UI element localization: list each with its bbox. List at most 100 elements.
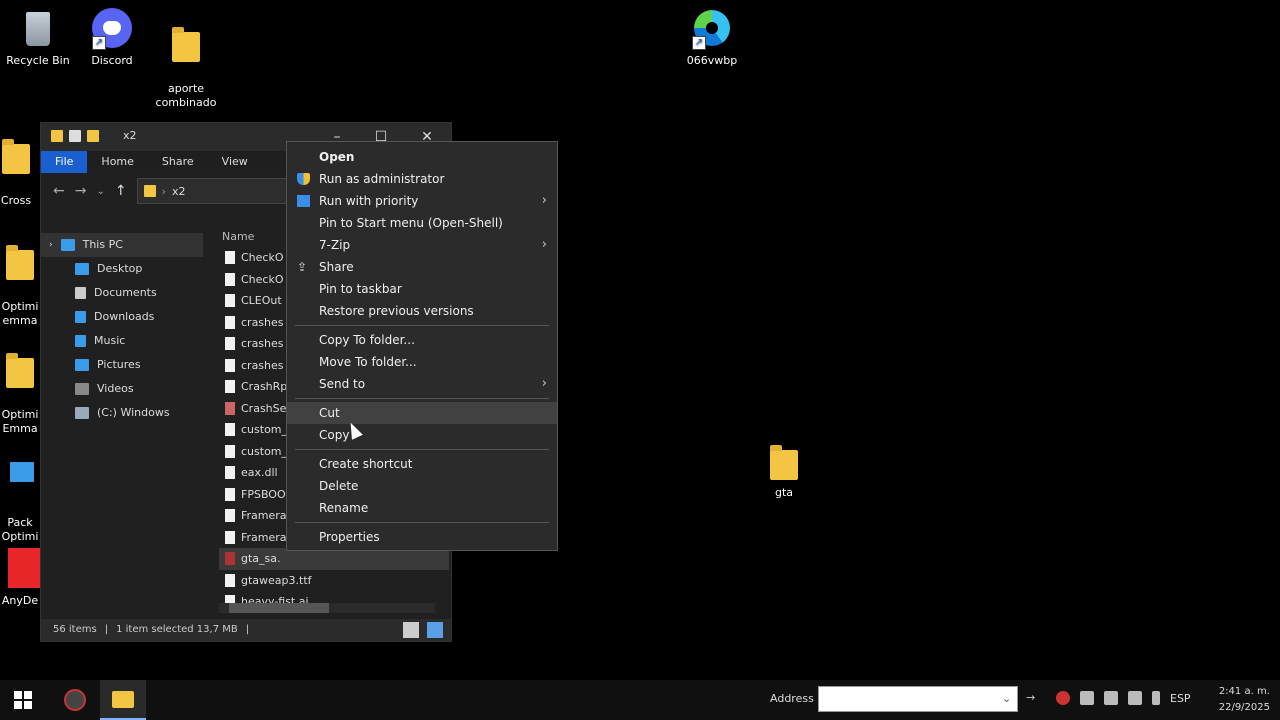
menu-item-share[interactable]: ⇪ Share (287, 256, 557, 278)
horizontal-scrollbar[interactable] (219, 603, 435, 613)
new-folder-icon[interactable] (87, 129, 99, 142)
file-icon (225, 294, 235, 308)
item-count: 56 items (53, 624, 97, 635)
volume-icon[interactable] (1104, 691, 1118, 705)
file-icon (225, 444, 235, 458)
menu-item-cut[interactable]: Cut (287, 402, 557, 424)
back-arrow-icon[interactable]: ← (53, 183, 65, 199)
shield-icon (297, 173, 310, 185)
nav-item-label: Documents (94, 286, 157, 299)
menu-item-delete[interactable]: Delete (287, 475, 557, 497)
file-icon (225, 573, 235, 587)
tab-view[interactable]: View (208, 151, 262, 173)
recycle-bin-icon (26, 12, 50, 46)
antivirus-icon[interactable] (1056, 691, 1070, 705)
network-icon[interactable] (1080, 691, 1094, 705)
file-icon (225, 315, 235, 329)
address-toolbar-label: Address (770, 692, 814, 705)
documents-icon (75, 287, 86, 299)
submenu-arrow-icon: › (541, 237, 547, 252)
desktop-icon-aporte-combinado[interactable]: aporte combinado (148, 8, 224, 124)
menu-item-restore-previous-versions[interactable]: Restore previous versions (287, 300, 557, 322)
tab-home[interactable]: Home (87, 151, 147, 173)
nav-item-music[interactable]: Music (41, 329, 203, 353)
windows-start-icon[interactable] (14, 691, 32, 709)
go-arrow-icon[interactable]: → (1026, 691, 1035, 704)
address-toolbar-input[interactable] (818, 686, 1018, 712)
nav-item-label: (C:) Windows (97, 406, 170, 419)
breadcrumb: x2 (172, 184, 186, 198)
file-name: gta_sa. (241, 552, 281, 566)
taskbar-app-file-explorer[interactable] (100, 680, 146, 720)
menu-item-open[interactable]: Open (287, 146, 557, 168)
menu-item-move-to-folder[interactable]: Move To folder... (287, 351, 557, 373)
recent-chevron-icon[interactable]: ⌄ (96, 186, 104, 197)
game-app-icon (64, 689, 86, 711)
nav-item-documents[interactable]: Documents (41, 281, 203, 305)
taskbar-app-game[interactable] (52, 680, 98, 720)
menu-item-rename[interactable]: Rename (287, 497, 557, 519)
tab-share[interactable]: Share (148, 151, 208, 173)
file-icon (225, 251, 235, 265)
desktop-icon-recycle-bin[interactable]: Recycle Bin (0, 8, 76, 68)
menu-item-properties[interactable]: Properties (287, 526, 557, 548)
menu-item-copy-to-folder[interactable]: Copy To folder... (287, 329, 557, 351)
dropdown-chevron-icon[interactable]: ⌄ (1002, 692, 1011, 705)
nav-item-c-drive[interactable]: (C:) Windows (41, 401, 203, 425)
menu-item-create-shortcut[interactable]: Create shortcut (287, 453, 557, 475)
forward-arrow-icon[interactable]: → (75, 183, 87, 199)
microphone-icon[interactable] (1152, 691, 1160, 705)
nav-item-downloads[interactable]: Downloads (41, 305, 203, 329)
status-bar: 56 items | 1 item selected 13,7 MB | (41, 619, 451, 641)
tab-file[interactable]: File (41, 151, 88, 173)
properties-icon[interactable] (69, 129, 81, 142)
expand-chevron-icon[interactable]: › (49, 233, 53, 257)
file-name: CheckO (241, 272, 284, 286)
file-name: FPSBOO (241, 487, 286, 501)
language-indicator[interactable]: ESP (1170, 692, 1191, 705)
status-divider: | (245, 624, 250, 635)
scrollbar-thumb[interactable] (229, 603, 329, 613)
folder-icon (2, 139, 30, 174)
navigation-pane: › This PC Desktop Documents Downloads Mu… (41, 233, 203, 603)
menu-item-pin-to-taskbar[interactable]: Pin to taskbar (287, 278, 557, 300)
nav-item-label: Desktop (97, 262, 143, 275)
menu-item-run-as-administrator[interactable]: Run as administrator (287, 168, 557, 190)
computer-icon (60, 239, 75, 251)
folder-icon (172, 27, 200, 62)
file-name: eax.dll (241, 466, 278, 480)
address-field[interactable]: › x2 (136, 178, 289, 204)
file-icon (225, 509, 235, 523)
clock[interactable]: 2:41 a. m. 22/9/2025 (1219, 684, 1270, 716)
file-icon (225, 530, 235, 544)
large-icons-view-icon[interactable] (427, 622, 443, 638)
menu-item-7zip[interactable]: 7-Zip › (287, 234, 557, 256)
file-name: gtaweap3.ttf (241, 573, 312, 587)
nav-item-label: This PC (82, 238, 123, 251)
nav-item-pictures[interactable]: Pictures (41, 353, 203, 377)
up-arrow-icon[interactable]: ↑ (115, 183, 127, 199)
file-icon (225, 272, 235, 286)
folder-icon (770, 445, 798, 480)
wifi-off-icon[interactable] (1128, 691, 1142, 705)
submenu-arrow-icon: › (541, 193, 547, 208)
folder-icon (51, 129, 63, 142)
menu-separator (295, 449, 549, 450)
details-view-icon[interactable] (403, 622, 419, 638)
menu-item-pin-to-start[interactable]: Pin to Start menu (Open-Shell) (287, 212, 557, 234)
menu-item-run-with-priority[interactable]: Run with priority › (287, 190, 557, 212)
nav-item-videos[interactable]: Videos (41, 377, 203, 401)
nav-item-this-pc[interactable]: › This PC (41, 233, 203, 257)
desktop-icon-edge-shortcut[interactable]: ↗ 066vwbp (674, 8, 750, 68)
nav-item-desktop[interactable]: Desktop (41, 257, 203, 281)
file-row[interactable]: gtaweap3.ttf (219, 570, 449, 592)
desktop-icon-discord[interactable]: ↗ Discord (74, 8, 150, 68)
file-name: CrashSe (241, 401, 287, 415)
desktop-icon-gta[interactable]: gta (746, 440, 822, 500)
desktop-icon-label: Discord (91, 54, 133, 67)
folder-icon (143, 185, 156, 197)
file-row-selected[interactable]: gta_sa. (219, 548, 449, 570)
menu-item-copy[interactable]: Copy (287, 424, 557, 446)
menu-item-send-to[interactable]: Send to › (287, 373, 557, 395)
desktop-icon-label: aporte combinado (155, 82, 217, 109)
